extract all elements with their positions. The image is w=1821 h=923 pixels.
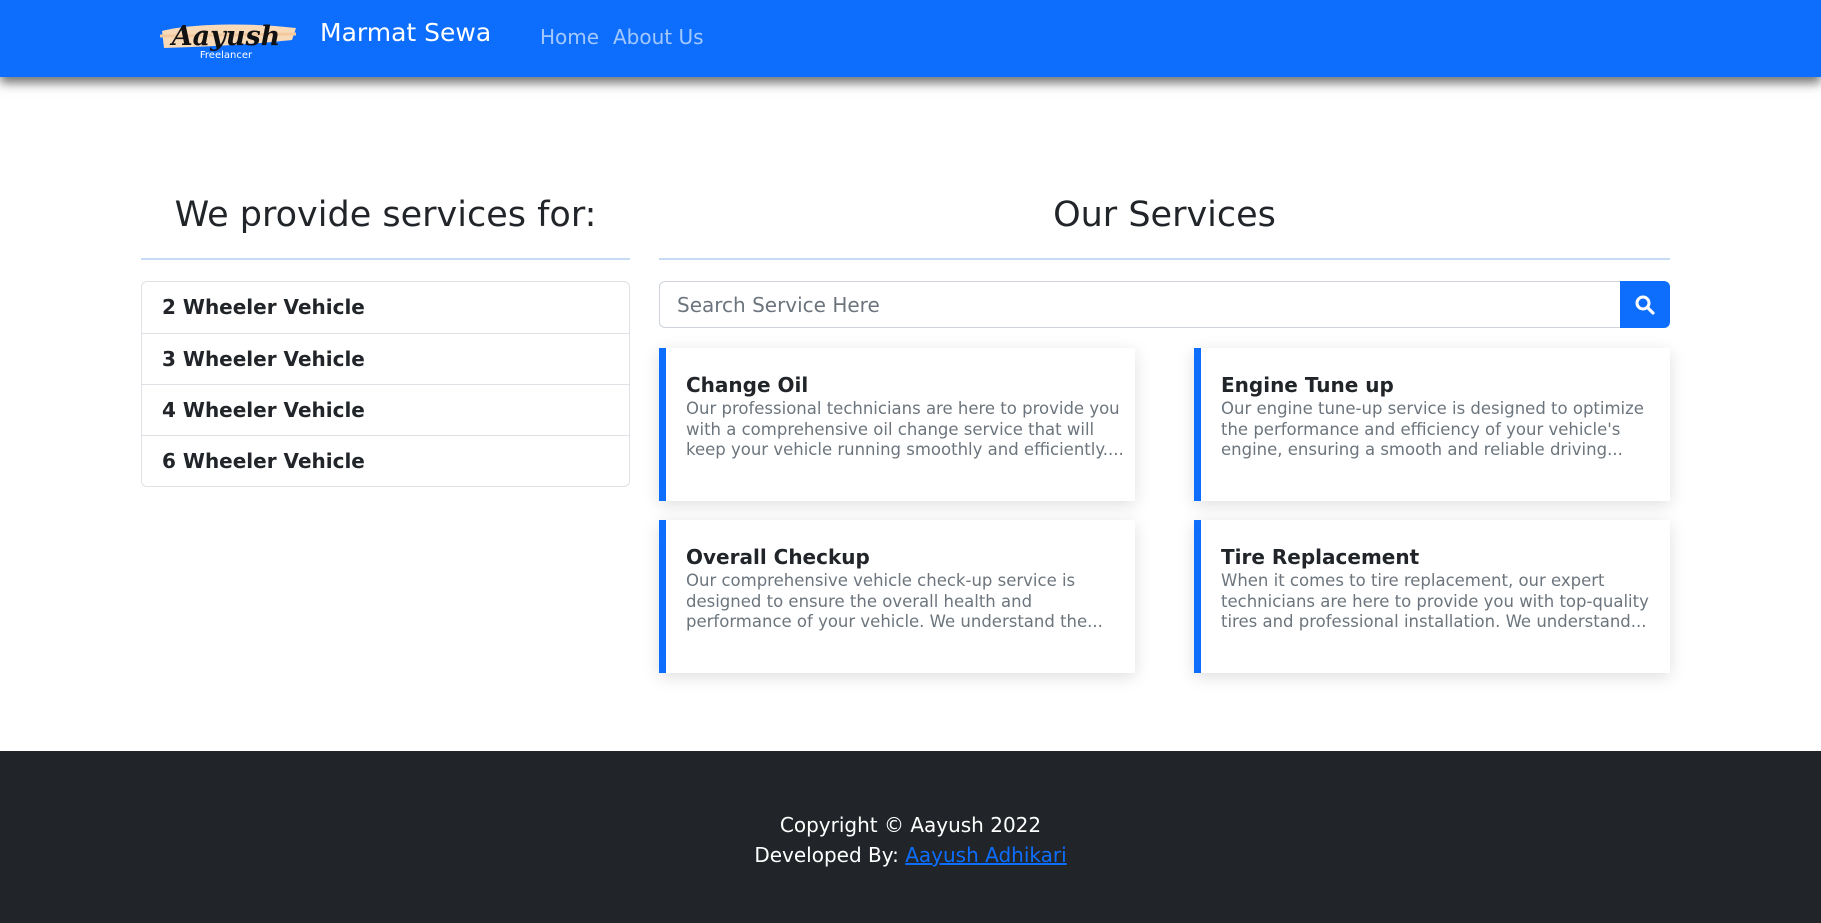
vehicles-divider <box>141 258 630 260</box>
search-input[interactable] <box>659 281 1621 328</box>
service-card-tire-replacement[interactable]: Tire Replacement When it comes to tire r… <box>1194 520 1670 673</box>
nav-about-link[interactable]: About Us <box>613 25 704 49</box>
card-description: Our professional technicians are here to… <box>686 399 1124 459</box>
developer-link[interactable]: Aayush Adhikari <box>905 843 1066 867</box>
card-description: When it comes to tire replacement, our e… <box>1221 571 1649 631</box>
vehicle-item-3-wheeler[interactable]: 3 Wheeler Vehicle <box>142 333 629 384</box>
service-card-overall-checkup[interactable]: Overall Checkup Our comprehensive vehicl… <box>659 520 1135 673</box>
service-card-change-oil[interactable]: Change Oil Our professional technicians … <box>659 348 1135 501</box>
navbar: Aayush Freelancer Marmat Sewa Home About… <box>0 0 1821 77</box>
card-title: Tire Replacement <box>1221 545 1420 569</box>
brand-logo[interactable]: Aayush Freelancer <box>156 14 302 60</box>
vehicle-item-6-wheeler[interactable]: 6 Wheeler Vehicle <box>142 435 629 486</box>
vehicle-item-4-wheeler[interactable]: 4 Wheeler Vehicle <box>142 384 629 435</box>
svg-text:Freelancer: Freelancer <box>200 50 253 60</box>
vehicle-list: 2 Wheeler Vehicle 3 Wheeler Vehicle 4 Wh… <box>141 281 630 487</box>
search-icon <box>1635 295 1655 315</box>
nav-home-link[interactable]: Home <box>540 25 599 49</box>
svg-text:Aayush: Aayush <box>169 21 281 52</box>
developed-by-label: Developed By: <box>754 843 899 867</box>
services-divider <box>659 258 1670 260</box>
developed-by: Developed By: Aayush Adhikari <box>0 843 1821 867</box>
copyright-text: Copyright © Aayush 2022 <box>779 813 1042 837</box>
card-title: Change Oil <box>686 373 809 397</box>
footer: Copyright © Aayush 2022 Developed By: Aa… <box>0 751 1821 923</box>
vehicles-heading: We provide services for: <box>174 195 597 235</box>
vehicle-item-2-wheeler[interactable]: 2 Wheeler Vehicle <box>142 282 629 333</box>
card-title: Overall Checkup <box>686 545 870 569</box>
services-heading: Our Services <box>1053 195 1276 235</box>
search-button[interactable] <box>1620 281 1670 328</box>
card-description: Our comprehensive vehicle check-up servi… <box>686 571 1103 631</box>
service-card-engine-tune-up[interactable]: Engine Tune up Our engine tune-up servic… <box>1194 348 1670 501</box>
card-title: Engine Tune up <box>1221 373 1394 397</box>
brand-name[interactable]: Marmat Sewa <box>320 18 491 47</box>
card-description: Our engine tune-up service is designed t… <box>1221 399 1644 459</box>
